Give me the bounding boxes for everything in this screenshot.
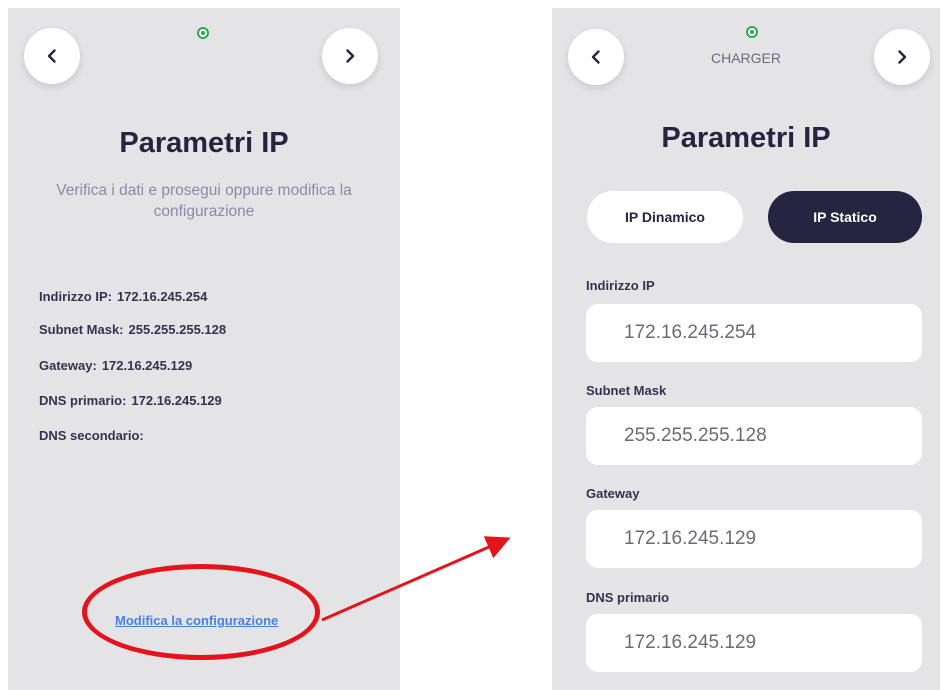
page-title: Parametri IP: [661, 122, 831, 154]
right-screen: CHARGER Parametri IP IP Dinamico IP Stat…: [552, 8, 940, 690]
field-label-subnet-mask: Subnet Mask: [586, 383, 667, 398]
gateway-input[interactable]: 172.16.245.129: [586, 510, 922, 568]
param-value: 172.16.245.254: [116, 289, 208, 304]
status-dot-icon: [197, 27, 209, 39]
edit-configuration-link[interactable]: Modifica la configurazione: [115, 613, 278, 628]
param-label: Subnet Mask:: [39, 322, 124, 337]
param-label: DNS secondario:: [39, 428, 144, 443]
field-label-gateway: Gateway: [586, 486, 640, 501]
subnet-mask-input[interactable]: 255.255.255.128: [586, 407, 922, 465]
chevron-left-icon: [47, 49, 56, 63]
param-gateway: Gateway: 172.16.245.129: [39, 358, 192, 373]
param-value: 172.16.245.129: [101, 358, 193, 373]
tab-ip-dynamic[interactable]: IP Dinamico: [587, 191, 743, 243]
param-dns-primary: DNS primario: 172.16.245.129: [39, 393, 222, 408]
param-label: Indirizzo IP:: [39, 289, 112, 304]
field-label-ip-address: Indirizzo IP: [586, 278, 655, 293]
forward-button[interactable]: [874, 29, 930, 85]
page-subtitle: Verifica i dati e prosegui oppure modifi…: [56, 182, 352, 220]
back-button[interactable]: [24, 28, 80, 84]
chevron-right-icon: [898, 50, 907, 64]
param-subnet-mask: Subnet Mask: 255.255.255.128: [39, 322, 226, 337]
tab-ip-static[interactable]: IP Statico: [768, 191, 922, 243]
dns-primary-input[interactable]: 172.16.245.129: [586, 614, 922, 672]
status-dot-icon: [746, 26, 758, 38]
param-label: Gateway:: [39, 358, 97, 373]
back-button[interactable]: [568, 29, 624, 85]
param-dns-secondary: DNS secondario:: [39, 428, 149, 443]
chevron-right-icon: [346, 49, 355, 63]
param-ip-address: Indirizzo IP: 172.16.245.254: [39, 289, 207, 304]
param-label: DNS primario:: [39, 393, 127, 408]
left-screen: Parametri IP Verifica i dati e prosegui …: [8, 8, 400, 690]
field-label-dns-primary: DNS primario: [586, 590, 670, 605]
param-value: 172.16.245.129: [131, 393, 222, 408]
forward-button[interactable]: [322, 28, 378, 84]
chevron-left-icon: [591, 50, 600, 64]
param-value: 255.255.255.128: [128, 322, 227, 337]
page-title: Parametri IP: [119, 127, 289, 159]
ip-address-input[interactable]: 172.16.245.254: [586, 304, 922, 362]
